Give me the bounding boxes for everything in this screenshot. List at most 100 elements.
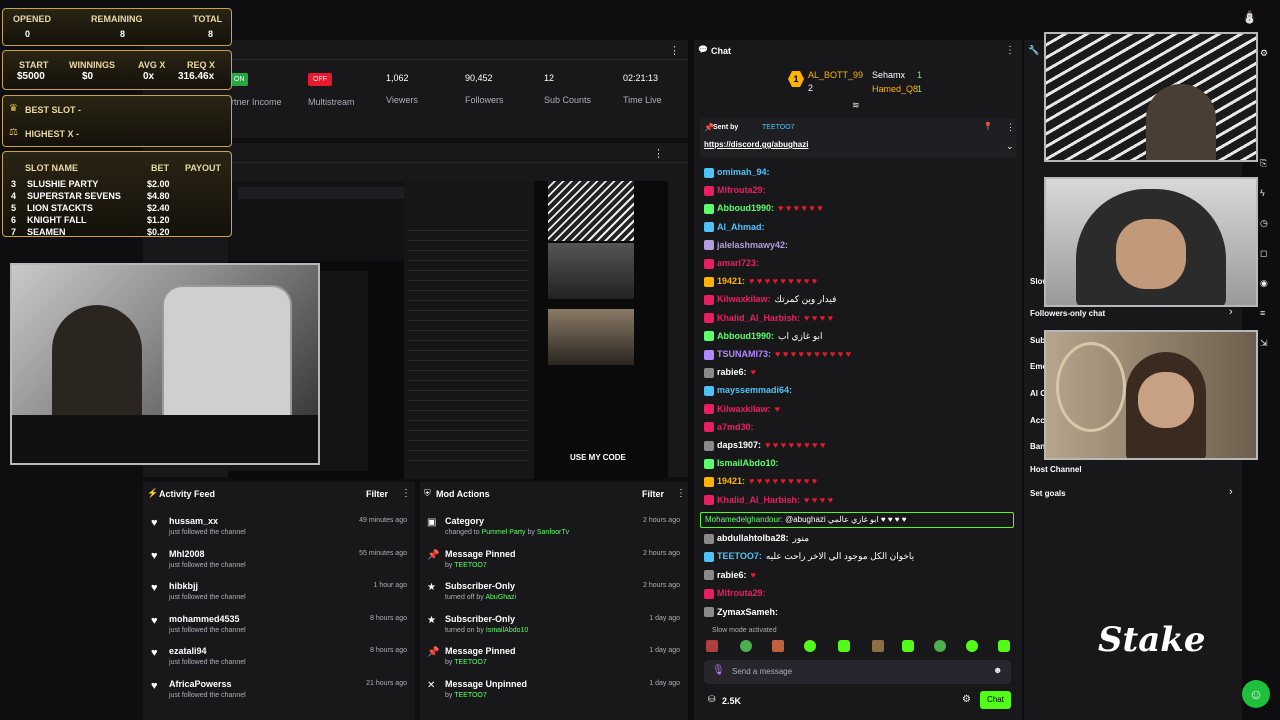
activity-item[interactable]: ♥ hibkbjj just followed the channel 1 hour …	[143, 577, 415, 609]
chat-message[interactable]: mayssemmadi64:	[704, 382, 1012, 398]
chat-message[interactable]: Mlfrouta29:	[704, 585, 1012, 601]
discord-link[interactable]: https://discord.gg/abughazi	[704, 140, 808, 149]
chat-message[interactable]: daps1907: ♥ ♥ ♥ ♥ ♥ ♥ ♥ ♥	[704, 437, 1012, 453]
activity-item[interactable]: ♥ ezatali94 just followed the channel 8 hou…	[143, 642, 415, 674]
chat-username[interactable]: Mlfrouta29:	[717, 185, 766, 195]
mod-action-item[interactable]: ✕ Message Unpinned by TEETOO7 1 day ago	[420, 675, 688, 707]
set-goals-button[interactable]: Set goals	[1030, 489, 1066, 498]
activity-item[interactable]: ♥ AfricaPowerss just followed the channel 2…	[143, 675, 415, 707]
off-badge[interactable]: OFF	[308, 73, 332, 86]
activity-user: ezatali94	[169, 646, 207, 656]
microphone-icon[interactable]: 🎙	[712, 665, 725, 676]
chat-send-button[interactable]: Chat	[980, 691, 1011, 709]
chat-username[interactable]: rabie6:	[717, 367, 747, 377]
chat-username[interactable]: amari723:	[717, 258, 759, 268]
chat-message[interactable]: IsmailAbdo10:	[704, 455, 1012, 471]
chat-message[interactable]: Abboud1990: ابو غازي اب	[704, 328, 1012, 344]
chat-message[interactable]: Khalid_Al_Harbish: ♥ ♥ ♥ ♥	[704, 492, 1012, 508]
chat-username[interactable]: daps1907:	[717, 440, 761, 450]
more-options-icon[interactable]: ⋮	[669, 44, 680, 57]
chat-username[interactable]: Khalid_Al_Harbish:	[717, 495, 800, 505]
activity-item[interactable]: ♥ mohammed4535 just followed the channel 8 …	[143, 610, 415, 642]
clock-icon[interactable]: ◷	[1260, 218, 1268, 229]
chat-username[interactable]: Mlfrouta29:	[717, 588, 766, 598]
signal-icon[interactable]: ◉	[1260, 278, 1268, 289]
pin-action-icon[interactable]: 📍	[983, 122, 993, 131]
chat-message[interactable]: a7md30:	[704, 419, 1012, 435]
chat-username[interactable]: IsmailAbdo10:	[717, 458, 779, 468]
chat-message[interactable]: omimah_94:	[704, 164, 1012, 180]
host-channel-button[interactable]: Host Channel	[1030, 465, 1082, 474]
chat-username[interactable]: mayssemmadi64:	[717, 385, 792, 395]
chat-message[interactable]: amari723:	[704, 255, 1012, 271]
more-options-icon[interactable]: ⋮	[401, 488, 411, 499]
chevron-right-icon[interactable]: ›	[1229, 306, 1233, 318]
activity-action: just followed the channel	[169, 529, 246, 536]
activity-item[interactable]: ♥ hussam_xx just followed the channel 49 mi…	[143, 512, 415, 544]
chat-username[interactable]: Khalid_Al_Harbish:	[717, 313, 800, 323]
chat-message[interactable]: rabie6: ♥	[704, 364, 1012, 380]
chevron-right-icon[interactable]: ›	[1229, 486, 1233, 498]
expand-icon[interactable]: ≋	[852, 100, 860, 111]
link-icon[interactable]: ⎘	[1260, 158, 1267, 169]
mod-filter-button[interactable]: Filter	[642, 489, 664, 499]
chat-message[interactable]: Khalid_Al_Harbish: ♥ ♥ ♥ ♥	[704, 310, 1012, 326]
chat-message[interactable]: TSUNAMI73: ♥ ♥ ♥ ♥ ♥ ♥ ♥ ♥ ♥ ♥	[704, 346, 1012, 362]
followers-only-toggle[interactable]: Followers-only chat	[1030, 309, 1105, 318]
profile-icon[interactable]: ⛄	[1242, 10, 1257, 24]
chat-icon[interactable]: ◻	[1260, 248, 1267, 259]
pin-icon[interactable]: ⇲	[1260, 338, 1268, 349]
on-badge[interactable]: ON	[231, 73, 248, 86]
mod-action-item[interactable]: ★ Subscriber-Only turned on by IsmailAbdo1…	[420, 610, 688, 642]
more-options-icon[interactable]: ⋮	[1006, 122, 1015, 133]
mod-action-item[interactable]: ★ Subscriber-Only turned off by AbuGhazi 2 …	[420, 577, 688, 609]
pinned-message[interactable]: 📌 Sent by TEETOO7 📍 ⋮ https://discord.gg…	[700, 118, 1016, 158]
chat-message[interactable]: 19421: ♥ ♥ ♥ ♥ ♥ ♥ ♥ ♥ ♥	[704, 273, 1012, 289]
mod-action-item[interactable]: 📌 Message Pinned by TEETOO7 2 hours ago	[420, 545, 688, 577]
chat-username[interactable]: Kilwaxkilaw:	[717, 404, 771, 414]
chat-username[interactable]: Kilwaxkilaw:	[717, 294, 771, 304]
bolt-icon[interactable]: ϟ	[1260, 188, 1265, 198]
chat-username[interactable]: TSUNAMI73:	[717, 349, 771, 359]
chat-username[interactable]: jalelashmawy42:	[717, 240, 788, 250]
chat-message[interactable]: jalelashmawy42:	[704, 237, 1012, 253]
chat-username[interactable]: rabie6:	[717, 570, 747, 580]
chat-message[interactable]: Mlfrouta29:	[704, 182, 1012, 198]
chat-username[interactable]: a7md30:	[717, 422, 754, 432]
chat-username[interactable]: TEETOO7:	[717, 551, 762, 561]
activity-filter-button[interactable]: Filter	[366, 489, 388, 499]
more-options-icon[interactable]: ⋮	[676, 488, 686, 499]
chat-username[interactable]: Al_Ahmad:	[717, 222, 765, 232]
chat-username[interactable]: ZymaxSameh:	[717, 607, 778, 617]
chat-message[interactable]: Abboud1990: ♥ ♥ ♥ ♥ ♥ ♥	[704, 200, 1012, 216]
list-icon[interactable]: ≡	[1260, 308, 1265, 318]
chat-username[interactable]: Abboud1990:	[717, 203, 774, 213]
mod-action-title: Subscriber-Only	[445, 613, 516, 624]
chat-message[interactable]: Al_Ahmad:	[704, 219, 1012, 235]
emote-bar[interactable]	[704, 640, 1014, 654]
settings-gear-icon[interactable]: ⚙	[962, 694, 971, 705]
emoji-icon[interactable]: ☻	[993, 665, 1002, 675]
chat-username[interactable]: Abboud1990:	[717, 331, 774, 341]
chat-message[interactable]: abdullahtolba28: منور	[704, 530, 1012, 546]
chat-message[interactable]: Kilwaxkilaw: فيدار وين كمرتك	[704, 291, 1012, 307]
gear-icon[interactable]: ⚙	[1260, 48, 1268, 59]
chat-message[interactable]: TEETOO7: ياخوان الكل موجود الي الاخر راحت…	[704, 548, 1012, 564]
chat-username[interactable]: 19421:	[717, 476, 745, 486]
more-options-icon[interactable]: ⋮	[1005, 45, 1015, 56]
support-chat-button[interactable]: ☺	[1242, 680, 1270, 708]
chat-message[interactable]: 19421: ♥ ♥ ♥ ♥ ♥ ♥ ♥ ♥ ♥	[704, 473, 1012, 489]
message-input[interactable]: 🎙 Send a message ☻	[704, 660, 1011, 684]
chat-username[interactable]: 19421:	[717, 276, 745, 286]
chat-message[interactable]: ZymaxSameh:	[704, 604, 1012, 620]
chat-message[interactable]: rabie6: ♥	[704, 567, 1012, 583]
mod-action-item[interactable]: ▣ Category changed to Pummel Party by Sanf…	[420, 512, 688, 544]
chat-username[interactable]: omimah_94:	[717, 167, 770, 177]
mod-action-item[interactable]: 📌 Message Pinned by TEETOO7 1 day ago	[420, 642, 688, 674]
chevron-down-icon[interactable]: ⌄	[1006, 141, 1014, 152]
chat-message[interactable]: Kilwaxkilaw: ♥	[704, 401, 1012, 417]
heart-icon: ♥	[151, 647, 158, 659]
chat-username[interactable]: abdullahtolba28:	[717, 533, 789, 543]
activity-item[interactable]: ♥ Mhl2008 just followed the channel 55 minu…	[143, 545, 415, 577]
more-options-icon[interactable]: ⋮	[653, 147, 664, 160]
